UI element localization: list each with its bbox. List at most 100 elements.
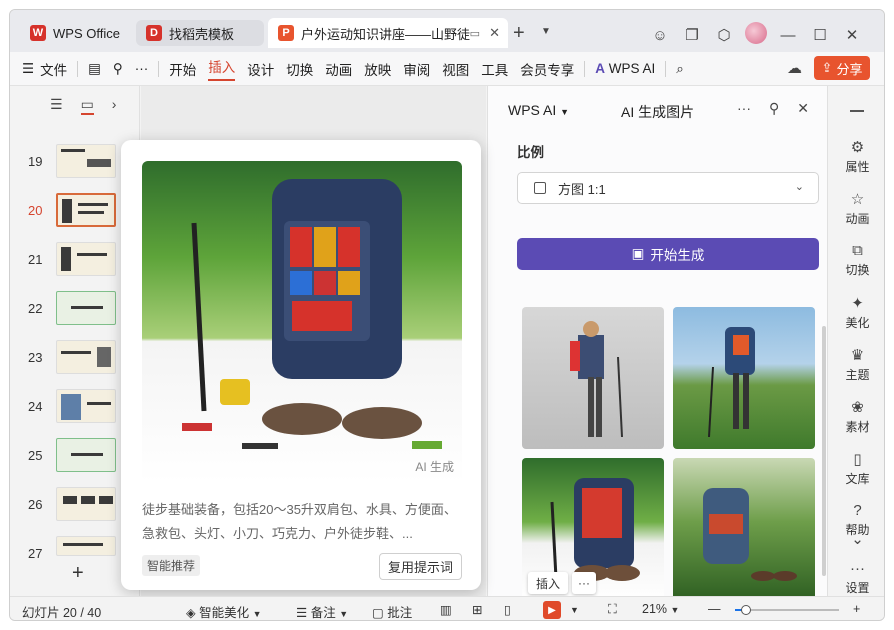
menu-icon[interactable]: ☰ — [22, 61, 34, 77]
add-slide-button[interactable]: + — [72, 562, 84, 585]
panel-scrollbar[interactable] — [822, 326, 826, 576]
tab-label: 户外运动知识讲座——山野徒 — [301, 26, 471, 42]
hiker-illustration — [708, 327, 755, 438]
share-button[interactable]: ⇪ 分享 — [814, 56, 870, 80]
wps-ai-button[interactable]: A WPS AI — [595, 61, 655, 76]
menu-membership[interactable]: 会员专享 — [520, 59, 574, 79]
close-panel-icon[interactable]: ✕ — [797, 100, 809, 117]
chevron-down-icon: ⌄ — [794, 181, 804, 193]
chevron-down-icon: ⌄ — [851, 531, 864, 548]
play-slideshow-icon[interactable]: ▶ — [543, 601, 561, 619]
start-generate-button[interactable]: ▣ 开始生成 — [517, 238, 819, 270]
close-tab-icon[interactable]: ✕ — [489, 25, 500, 41]
outline-view-icon[interactable]: ☰ — [50, 96, 63, 115]
slide-sorter-icon[interactable]: ⊞ — [472, 602, 482, 617]
insert-image-button[interactable]: 插入 — [528, 572, 568, 594]
file-menu[interactable]: 文件 — [40, 59, 67, 79]
new-tab-icon[interactable]: + — [513, 22, 525, 45]
ratio-value: 方图 1:1 — [558, 181, 606, 197]
thumbnail-view-tools: ☰ ▭ › — [50, 96, 116, 115]
notes-icon: ☰ — [296, 606, 308, 620]
zoom-slider[interactable] — [735, 605, 839, 615]
scroll-down-icon[interactable]: ⌄ — [828, 530, 884, 550]
thumbnail-view-icon[interactable]: ▭ — [80, 96, 94, 115]
menu-design[interactable]: 设计 — [247, 59, 274, 79]
sidebar-label: 设置 — [845, 581, 870, 595]
slide-number: 20 — [28, 203, 43, 218]
tab-label: WPS Office — [53, 25, 120, 41]
theme-icon: ♛ — [850, 347, 865, 364]
sidebar-item-animation[interactable]: ☆ 动画 — [828, 190, 884, 227]
monitor-icon[interactable]: ▭ — [470, 27, 480, 40]
menu-insert[interactable]: 插入 — [208, 56, 236, 81]
format-painter-icon[interactable]: ⚲ — [113, 61, 123, 77]
user-avatar[interactable] — [740, 22, 772, 48]
reuse-prompt-button[interactable]: 复用提示词 — [378, 553, 462, 580]
sidebar-item-library[interactable]: ▯ 文库 — [828, 450, 884, 487]
sidebar-item-beautify[interactable]: ✦ 美化 — [828, 294, 884, 331]
notes-button[interactable]: ☰ 备注 ▼ — [296, 602, 348, 620]
menu-view[interactable]: 视图 — [442, 59, 469, 79]
smart-recommend-chip: 智能推荐 — [142, 555, 201, 576]
cube-icon[interactable]: ⬡ — [708, 26, 740, 44]
fit-window-icon[interactable]: ⛶ — [608, 602, 617, 617]
menu-home[interactable]: 开始 — [169, 59, 196, 79]
menu-tools[interactable]: 工具 — [481, 59, 508, 79]
ratio-select[interactable]: 方图 1:1 ⌄ — [517, 172, 819, 204]
menu-review[interactable]: 审阅 — [403, 59, 430, 79]
chevron-down-icon: ▼ — [252, 609, 262, 619]
tab-current-document[interactable]: P 户外运动知识讲座——山野徒 ▭ ✕ — [268, 18, 508, 48]
search-icon[interactable]: ⌕ — [676, 61, 684, 77]
asset-icon: ❀ — [851, 399, 864, 416]
pin-icon[interactable]: ⚲ — [769, 100, 779, 117]
sidebar-item-theme[interactable]: ♛ 主题 — [828, 346, 884, 383]
zoom-out-icon[interactable]: — — [708, 602, 721, 616]
generated-image-hiker-studio[interactable] — [522, 307, 664, 449]
normal-view-icon[interactable]: ▥ — [440, 602, 452, 617]
collapse-icon[interactable] — [850, 110, 864, 112]
menu-slideshow[interactable]: 放映 — [364, 59, 391, 79]
more-options-icon[interactable]: ··· — [737, 100, 751, 117]
maximize-icon[interactable]: ☐ — [804, 26, 836, 44]
ai-assistant-icon[interactable]: ☺ — [644, 27, 676, 44]
square-icon — [534, 182, 546, 194]
chevron-down-icon[interactable]: ▼ — [541, 26, 551, 37]
generated-image-backpack-trail[interactable] — [673, 458, 815, 600]
window-switch-icon[interactable]: ❐ — [676, 26, 708, 44]
zoom-slider-knob[interactable] — [741, 605, 751, 615]
ppt-file-icon: P — [278, 25, 294, 41]
divider — [77, 60, 79, 77]
generated-image-hiker-mountain[interactable] — [673, 307, 815, 449]
chevron-down-icon: ▼ — [670, 605, 680, 615]
zoom-in-icon[interactable]: + — [853, 602, 860, 616]
sidebar-item-transition[interactable]: ⧉ 切换 — [828, 242, 884, 278]
chevron-down-icon[interactable]: ▼ — [570, 605, 579, 615]
reading-view-icon[interactable]: ▯ — [504, 602, 511, 617]
sidebar-label: 美化 — [845, 316, 870, 330]
tab-docer-templates[interactable]: D 找稻壳模板 — [136, 20, 264, 46]
smart-beautify-button[interactable]: ◈ 智能美化 ▼ — [186, 602, 262, 620]
minimize-icon[interactable]: — — [772, 27, 804, 44]
wps-ai-label: WPS AI — [608, 61, 656, 76]
sidebar-item-assets[interactable]: ❀ 素材 — [828, 398, 884, 435]
more-icon[interactable]: ··· — [135, 61, 149, 76]
menu-transition[interactable]: 切换 — [286, 59, 313, 79]
close-window-icon[interactable]: ✕ — [836, 26, 868, 44]
ai-generated-tag: AI 生成 — [415, 460, 454, 474]
zoom-level[interactable]: 21% ▼ — [642, 602, 679, 616]
sidebar-item-properties[interactable]: ⚙ 属性 — [828, 138, 884, 175]
save-icon[interactable]: ▤ — [88, 61, 101, 77]
comment-icon: ▢ — [372, 606, 384, 620]
collapse-panel-icon[interactable]: › — [112, 96, 117, 115]
tab-wps-office[interactable]: W WPS Office — [20, 18, 132, 48]
hiker-illustration — [570, 321, 623, 438]
menu-animation[interactable]: 动画 — [325, 59, 352, 79]
beautify-icon: ◈ — [186, 606, 196, 620]
cloud-upload-icon[interactable]: ☁ — [787, 59, 802, 77]
slide-preview — [56, 340, 116, 374]
image-more-button[interactable]: ··· — [572, 572, 596, 594]
sidebar-item-settings[interactable]: ··· 设置 — [828, 560, 884, 596]
comments-button[interactable]: ▢ 批注 — [372, 602, 412, 620]
wps-ai-dropdown[interactable]: WPS AI ▼ — [508, 102, 569, 118]
preview-image-backpack-gear: AI 生成 — [142, 161, 462, 483]
